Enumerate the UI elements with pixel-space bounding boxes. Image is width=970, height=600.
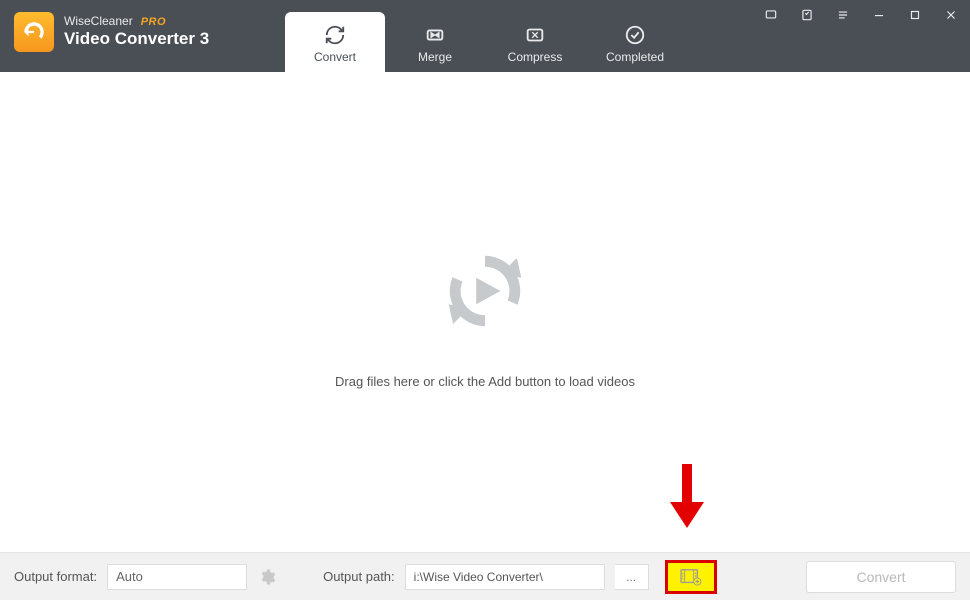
tab-convert-label: Convert <box>314 50 356 64</box>
brand-pro-badge: PRO <box>141 16 166 29</box>
brand-product: Video Converter 3 <box>64 29 209 49</box>
output-format-value: Auto <box>116 569 143 584</box>
check-circle-icon <box>624 24 646 46</box>
tab-convert[interactable]: Convert <box>285 12 385 72</box>
tab-merge-label: Merge <box>418 50 452 64</box>
brand-company: WiseCleaner <box>64 15 133 29</box>
app-logo <box>14 12 54 52</box>
output-path-label: Output path: <box>323 569 395 584</box>
maximize-icon[interactable] <box>904 6 926 24</box>
refresh-icon <box>324 24 346 46</box>
window-controls <box>760 6 962 24</box>
close-icon[interactable] <box>940 6 962 24</box>
film-plus-icon <box>680 568 702 586</box>
tab-completed[interactable]: Completed <box>585 12 685 72</box>
drop-area[interactable]: Drag files here or click the Add button … <box>0 72 970 552</box>
output-format-label: Output format: <box>14 569 97 584</box>
browse-button[interactable]: ... <box>615 564 649 590</box>
footer-bar: Output format: Auto Output path: ... Con… <box>0 552 970 600</box>
merge-icon <box>424 24 446 46</box>
output-format-select[interactable]: Auto <box>107 564 247 590</box>
compress-icon <box>524 24 546 46</box>
tab-completed-label: Completed <box>606 50 664 64</box>
gear-icon[interactable] <box>257 567 277 587</box>
feedback-icon[interactable] <box>760 6 782 24</box>
register-icon[interactable] <box>796 6 818 24</box>
drop-instruction: Drag files here or click the Add button … <box>335 374 635 389</box>
convert-button[interactable]: Convert <box>806 561 956 593</box>
brand: WiseCleaner PRO Video Converter 3 <box>0 0 223 64</box>
main-tabs: Convert Merge Compress Completed <box>285 12 685 72</box>
titlebar: WiseCleaner PRO Video Converter 3 Conver… <box>0 0 970 72</box>
tab-compress[interactable]: Compress <box>485 12 585 72</box>
output-path-input[interactable] <box>405 564 605 590</box>
add-file-button[interactable] <box>665 560 717 594</box>
menu-icon[interactable] <box>832 6 854 24</box>
tab-merge[interactable]: Merge <box>385 12 485 72</box>
annotation-arrow-icon <box>670 464 704 528</box>
minimize-icon[interactable] <box>868 6 890 24</box>
brand-text: WiseCleaner PRO Video Converter 3 <box>64 15 209 48</box>
tab-compress-label: Compress <box>508 50 563 64</box>
refresh-play-icon <box>430 236 540 346</box>
